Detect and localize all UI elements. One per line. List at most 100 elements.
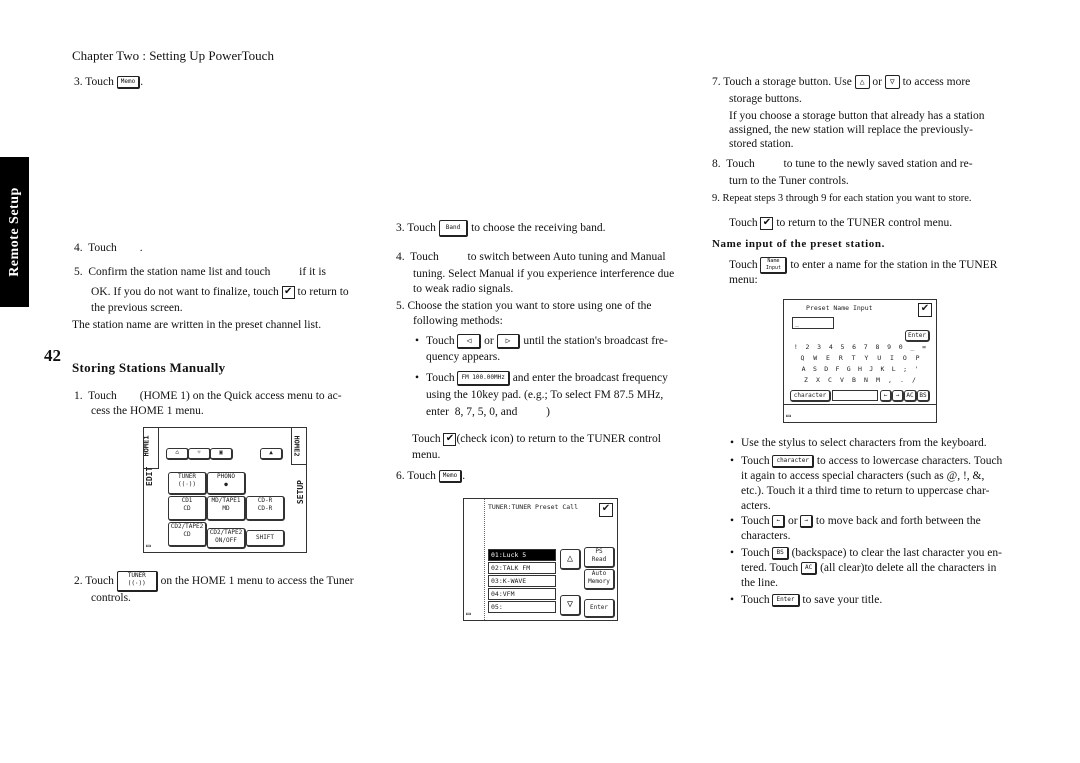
enter-button[interactable]: Enter	[584, 599, 615, 618]
all-clear-button[interactable]: AC	[904, 390, 917, 402]
key[interactable]: 9	[887, 343, 891, 351]
key[interactable]: 3	[817, 343, 821, 351]
col3-step8-line2: turn to the Tuner controls.	[729, 175, 849, 187]
preset-row[interactable]: 04:VFM	[488, 588, 556, 600]
home-icon[interactable]: ⌂	[166, 448, 189, 460]
character-button[interactable]: character	[790, 390, 831, 402]
preset-row[interactable]: 05:	[488, 601, 556, 613]
key[interactable]: B	[852, 376, 856, 384]
key[interactable]: M	[876, 376, 880, 384]
character-button[interactable]: character	[772, 454, 814, 468]
tuner-button-inline[interactable]: TUNER ((·))	[116, 571, 158, 592]
check-icon[interactable]: ✔	[599, 503, 613, 517]
auto-memory-button[interactable]: Auto Memory	[584, 569, 615, 590]
memo-button[interactable]: Memo	[438, 469, 463, 483]
shift-button[interactable]: SHIFT	[246, 530, 285, 547]
key[interactable]: /	[912, 376, 916, 384]
left-arrow-button[interactable]: ←	[880, 390, 892, 402]
enter-button[interactable]: Enter	[905, 330, 930, 342]
tune-up-button[interactable]: ▷	[496, 333, 521, 349]
key[interactable]: Z	[804, 376, 808, 384]
key[interactable]: ;	[903, 365, 907, 373]
home2-tab[interactable]: HOME2	[291, 428, 306, 465]
key[interactable]: 6	[852, 343, 856, 351]
check-icon[interactable]: ✔	[918, 303, 932, 317]
key[interactable]: ,	[888, 376, 892, 384]
key[interactable]: 0	[899, 343, 903, 351]
memo-button[interactable]: Memo	[116, 75, 141, 89]
preset-row[interactable]: 01:Luck 5	[488, 549, 556, 561]
home1-tab[interactable]: HOME1	[143, 428, 159, 469]
key[interactable]: D	[824, 365, 828, 373]
backspace-button[interactable]: BS	[917, 390, 930, 402]
cd2-tape2-button[interactable]: CD2/TAPE2 CD	[168, 522, 207, 547]
up-button[interactable]: △	[854, 75, 870, 90]
cdr-button[interactable]: CD-R CD-R	[246, 496, 285, 521]
col2-bullet2-line3: enter 8, 7, 5, 0, and )	[426, 406, 550, 418]
tuner-button[interactable]: TUNER ((·))	[168, 472, 207, 495]
key[interactable]: J	[869, 365, 873, 373]
frequency-button[interactable]: FM 100.00MHz	[457, 370, 510, 386]
key[interactable]: L	[892, 365, 896, 373]
key[interactable]: !	[794, 343, 798, 351]
right-arrow-button[interactable]: →	[892, 390, 904, 402]
key[interactable]: V	[840, 376, 844, 384]
key[interactable]: P	[916, 354, 920, 362]
key[interactable]: 7	[864, 343, 868, 351]
key[interactable]: F	[835, 365, 839, 373]
preset-row[interactable]: 03:K-WAVE	[488, 575, 556, 587]
right-arrow-button[interactable]: →	[800, 514, 814, 528]
key[interactable]: _	[910, 343, 914, 351]
key[interactable]: N	[864, 376, 868, 384]
key[interactable]: A	[802, 365, 806, 373]
key[interactable]: G	[847, 365, 851, 373]
key[interactable]: 5	[840, 343, 844, 351]
name-input-button[interactable]: Name Input	[760, 257, 788, 274]
key[interactable]: 8	[875, 343, 879, 351]
check-icon: ✔	[281, 285, 295, 299]
scroll-down-button[interactable]: ▽	[560, 595, 581, 616]
key[interactable]: .	[900, 376, 904, 384]
phono-button[interactable]: PHONO ●	[207, 472, 246, 495]
key[interactable]: R	[839, 354, 843, 362]
key[interactable]: W	[813, 354, 817, 362]
key[interactable]: 4	[829, 343, 833, 351]
down-button[interactable]: ▽	[884, 75, 900, 90]
scroll-up-button[interactable]: △	[560, 549, 581, 570]
space-button[interactable]	[832, 390, 878, 401]
key[interactable]: =	[922, 343, 926, 351]
name-input-field[interactable]: _	[792, 317, 834, 329]
enter-button[interactable]: Enter	[772, 593, 800, 607]
cd2-tape2-onoff-button[interactable]: CD2/TAPE2 ON/OFF	[207, 528, 246, 549]
preset-row[interactable]: 02:TALK FM	[488, 562, 556, 574]
key[interactable]: U	[877, 354, 881, 362]
key[interactable]: X	[816, 376, 820, 384]
edit-tab[interactable]: EDIT	[145, 467, 154, 486]
eject-icon[interactable]: ▲	[260, 448, 283, 460]
key[interactable]: Q	[800, 354, 804, 362]
md-tape1-button[interactable]: MD/TAPE1 MD	[207, 496, 246, 521]
ps-read-button[interactable]: PS Read	[584, 547, 615, 568]
key[interactable]: I	[890, 354, 894, 362]
name-screen-title: Preset Name Input	[806, 304, 873, 312]
key[interactable]: S	[813, 365, 817, 373]
key[interactable]: C	[828, 376, 832, 384]
left-arrow-button[interactable]: ←	[772, 514, 786, 528]
setup-tab[interactable]: SETUP	[296, 480, 305, 504]
key[interactable]: K	[881, 365, 885, 373]
key[interactable]: Y	[864, 354, 868, 362]
key[interactable]: E	[826, 354, 830, 362]
all-clear-button[interactable]: AC	[800, 561, 818, 575]
key[interactable]: T	[852, 354, 856, 362]
cd1-button[interactable]: CD1 CD	[168, 496, 207, 521]
tv-icon[interactable]: ▣	[210, 448, 233, 460]
tune-down-button[interactable]: ◁	[457, 333, 482, 349]
light-icon[interactable]: ☼	[188, 448, 211, 460]
backspace-button[interactable]: BS	[772, 546, 789, 560]
key[interactable]: O	[903, 354, 907, 362]
key[interactable]: H	[858, 365, 862, 373]
col2-step5-line2: following methods:	[413, 315, 503, 327]
band-button[interactable]: Band	[438, 220, 469, 237]
key[interactable]: '	[914, 365, 918, 373]
key[interactable]: 2	[806, 343, 810, 351]
